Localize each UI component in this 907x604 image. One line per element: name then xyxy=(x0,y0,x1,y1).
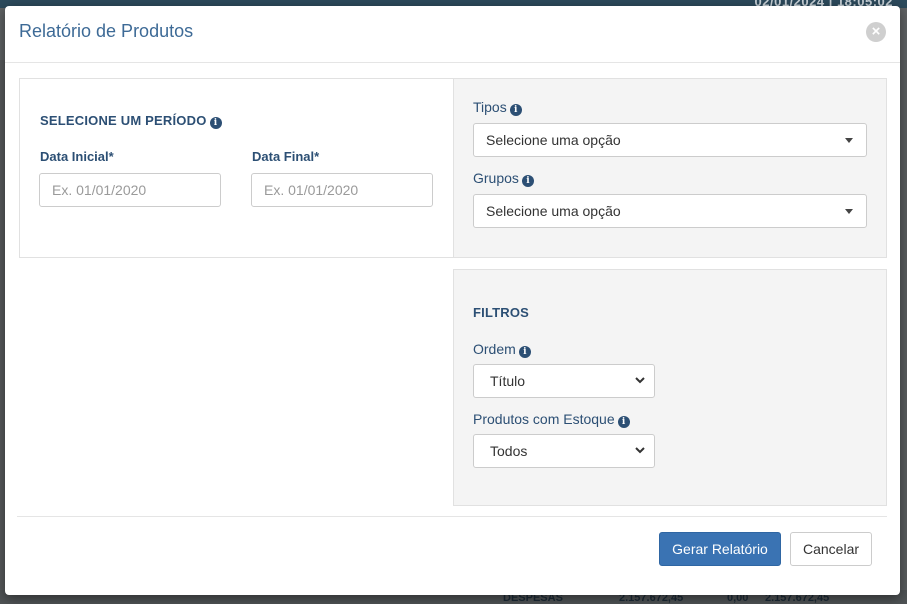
chevron-down-icon xyxy=(635,377,645,384)
report-modal: Relatório de Produtos × SELECIONE UM PER… xyxy=(5,6,900,595)
groups-select[interactable]: Selecione uma opção xyxy=(473,194,867,228)
info-icon[interactable]: i xyxy=(209,117,222,129)
groups-label: Grupos i xyxy=(473,170,534,187)
groups-label-text: Grupos xyxy=(473,170,519,186)
order-label-text: Ordem xyxy=(473,341,516,357)
order-selected-value: Título xyxy=(490,373,526,389)
start-date-label: Data Inicial* xyxy=(40,149,114,164)
stock-label: Produtos com Estoque i xyxy=(473,411,630,428)
period-section-title: SELECIONE UM PERÍODO i xyxy=(40,113,222,129)
end-date-label: Data Final* xyxy=(252,149,320,164)
info-icon[interactable]: i xyxy=(509,104,522,116)
start-date-input[interactable] xyxy=(39,173,221,207)
footer-divider xyxy=(17,516,887,517)
types-label-text: Tipos xyxy=(473,99,507,115)
filters-panel: FILTROS Ordem i Título Produtos com Estoq… xyxy=(453,269,887,506)
chevron-down-icon xyxy=(635,447,645,454)
period-title-text: SELECIONE UM PERÍODO xyxy=(40,113,207,128)
info-icon[interactable]: i xyxy=(518,346,531,358)
info-icon[interactable]: i xyxy=(521,175,534,187)
stock-selected-value: Todos xyxy=(490,443,528,459)
types-selected-value: Selecione uma opção xyxy=(486,132,621,148)
info-icon[interactable]: i xyxy=(617,416,630,428)
stock-label-text: Produtos com Estoque xyxy=(473,411,615,427)
modal-title: Relatório de Produtos xyxy=(19,21,194,41)
stock-select[interactable]: Todos xyxy=(473,434,655,468)
caret-down-icon xyxy=(845,209,853,214)
order-select[interactable]: Título xyxy=(473,364,655,398)
cancel-button[interactable]: Cancelar xyxy=(790,532,872,566)
modal-header: Relatório de Produtos × xyxy=(5,6,900,63)
caret-down-icon xyxy=(845,138,853,143)
order-label: Ordem i xyxy=(473,341,531,358)
generate-report-button[interactable]: Gerar Relatório xyxy=(659,532,781,566)
types-select[interactable]: Selecione uma opção xyxy=(473,123,867,157)
close-icon[interactable]: × xyxy=(866,22,886,42)
end-date-input[interactable] xyxy=(251,173,433,207)
types-groups-panel: Tipos i Selecione uma opção Grupos i Selec… xyxy=(453,78,887,258)
groups-selected-value: Selecione uma opção xyxy=(486,203,621,219)
background-right-strip xyxy=(900,60,907,590)
period-panel: SELECIONE UM PERÍODOi Data Inicial* Data… xyxy=(19,78,454,258)
filters-section-title: FILTROS xyxy=(473,305,530,320)
types-label: Tipos i xyxy=(473,99,522,116)
